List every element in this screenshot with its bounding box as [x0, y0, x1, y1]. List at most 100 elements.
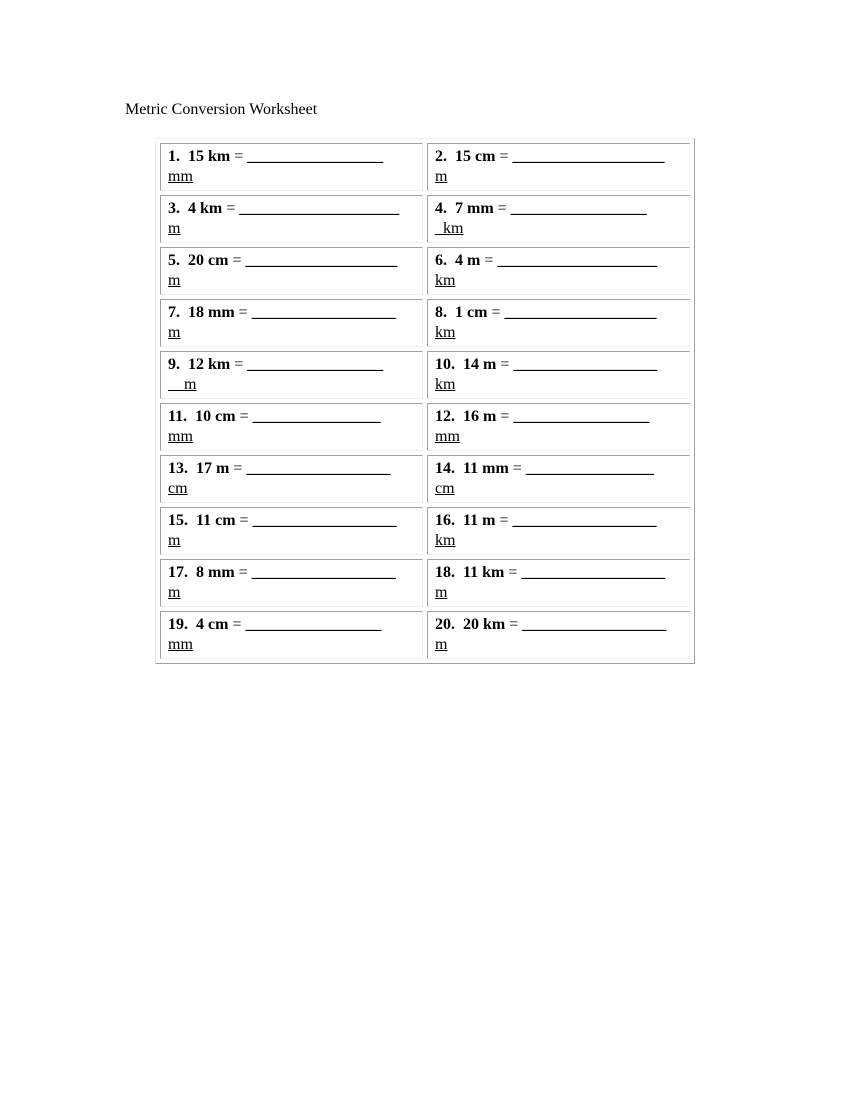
problem-number: 15.: [168, 512, 188, 529]
answer-blank[interactable]: _________________: [511, 200, 647, 217]
target-unit: __m: [168, 376, 197, 393]
answer-blank[interactable]: _________________: [247, 356, 383, 373]
problem-value: 20 km: [463, 616, 506, 633]
target-unit: m: [168, 584, 181, 601]
problem-number: 19.: [168, 616, 188, 633]
answer-blank[interactable]: ________________: [253, 408, 381, 425]
problem-cell: 4. 7 mm = _________________ _km: [427, 195, 690, 243]
target-unit: m: [435, 168, 448, 185]
worksheet-table: 1. 15 km = _________________ mm 2. 15 cm…: [155, 138, 695, 664]
problem-cell: 3. 4 km = ____________________ m: [160, 195, 423, 243]
problem-cell: 10. 14 m = __________________ km: [427, 351, 690, 399]
problem-value: 15 cm: [455, 148, 496, 165]
problem-row: 17. 8 mm = __________________ m 18. 11 k…: [160, 559, 690, 607]
problem-number: 12.: [435, 408, 455, 425]
target-unit: km: [435, 272, 456, 289]
problem-value: 4 cm: [196, 616, 229, 633]
target-unit: m: [435, 636, 448, 653]
equals-sign: =: [239, 408, 249, 425]
problem-number: 5.: [168, 252, 180, 269]
target-unit: km: [435, 376, 456, 393]
problem-row: 11. 10 cm = ________________ mm 12. 16 m…: [160, 403, 690, 451]
answer-blank[interactable]: __________________: [252, 304, 396, 321]
problem-value: 11 mm: [463, 460, 509, 477]
answer-blank[interactable]: __________________: [521, 564, 665, 581]
problem-row: 13. 17 m = __________________ cm 14. 11 …: [160, 455, 690, 503]
equals-sign: =: [491, 304, 501, 321]
problem-cell: 11. 10 cm = ________________ mm: [160, 403, 423, 451]
problem-cell: 19. 4 cm = _________________ mm: [160, 611, 423, 659]
problem-value: 4 m: [455, 252, 481, 269]
equals-sign: =: [238, 564, 248, 581]
problem-value: 11 km: [463, 564, 505, 581]
answer-blank[interactable]: __________________: [513, 356, 657, 373]
problem-cell: 5. 20 cm = ___________________ m: [160, 247, 423, 295]
answer-blank[interactable]: __________________: [253, 512, 397, 529]
problem-number: 7.: [168, 304, 180, 321]
target-unit: m: [168, 272, 181, 289]
answer-blank[interactable]: __________________: [522, 616, 666, 633]
target-unit: mm: [168, 168, 193, 185]
equals-sign: =: [234, 148, 244, 165]
equals-sign: =: [497, 200, 507, 217]
problem-number: 20.: [435, 616, 455, 633]
problem-number: 1.: [168, 148, 180, 165]
answer-blank[interactable]: _________________: [247, 148, 383, 165]
problem-row: 15. 11 cm = __________________ m 16. 11 …: [160, 507, 690, 555]
equals-sign: =: [512, 460, 522, 477]
problem-cell: 14. 11 mm = ________________ cm: [427, 455, 690, 503]
problem-row: 19. 4 cm = _________________ mm 20. 20 k…: [160, 611, 690, 659]
answer-blank[interactable]: ____________________: [239, 200, 399, 217]
target-unit: m: [168, 220, 181, 237]
problem-cell: 1. 15 km = _________________ mm: [160, 143, 423, 191]
problem-value: 17 m: [196, 460, 230, 477]
problem-number: 3.: [168, 200, 180, 217]
answer-blank[interactable]: __________________: [246, 460, 390, 477]
problem-number: 16.: [435, 512, 455, 529]
problem-value: 15 km: [188, 148, 231, 165]
problem-row: 3. 4 km = ____________________ m 4. 7 mm…: [160, 195, 690, 243]
problem-number: 2.: [435, 148, 447, 165]
answer-blank[interactable]: _________________: [245, 616, 381, 633]
answer-blank[interactable]: _________________: [513, 408, 649, 425]
problem-value: 18 mm: [188, 304, 235, 321]
problem-value: 11 cm: [196, 512, 236, 529]
problem-cell: 8. 1 cm = ___________________ km: [427, 299, 690, 347]
problem-cell: 6. 4 m = ____________________ km: [427, 247, 690, 295]
problem-value: 1 cm: [455, 304, 488, 321]
answer-blank[interactable]: ___________________: [245, 252, 397, 269]
answer-blank[interactable]: __________________: [512, 512, 656, 529]
answer-blank[interactable]: ___________________: [512, 148, 664, 165]
problem-number: 9.: [168, 356, 180, 373]
equals-sign: =: [233, 460, 243, 477]
target-unit: mm: [168, 636, 193, 653]
target-unit: cm: [168, 480, 188, 497]
problem-cell: 9. 12 km = _________________ __m: [160, 351, 423, 399]
problem-cell: 12. 16 m = _________________ mm: [427, 403, 690, 451]
problem-value: 16 m: [463, 408, 497, 425]
problem-number: 17.: [168, 564, 188, 581]
answer-blank[interactable]: __________________: [252, 564, 396, 581]
target-unit: m: [168, 324, 181, 341]
target-unit: cm: [435, 480, 455, 497]
problem-number: 13.: [168, 460, 188, 477]
equals-sign: =: [508, 564, 518, 581]
equals-sign: =: [509, 616, 519, 633]
problem-cell: 13. 17 m = __________________ cm: [160, 455, 423, 503]
problem-number: 4.: [435, 200, 447, 217]
equals-sign: =: [484, 252, 494, 269]
problem-cell: 15. 11 cm = __________________ m: [160, 507, 423, 555]
target-unit: km: [435, 532, 456, 549]
target-unit: km: [435, 324, 456, 341]
worksheet-title: Metric Conversion Worksheet: [125, 101, 318, 118]
problem-value: 10 cm: [195, 408, 236, 425]
problem-cell: 17. 8 mm = __________________ m: [160, 559, 423, 607]
answer-blank[interactable]: ___________________: [504, 304, 656, 321]
problem-value: 12 km: [188, 356, 231, 373]
answer-blank[interactable]: ____________________: [497, 252, 657, 269]
problem-value: 20 cm: [188, 252, 229, 269]
answer-blank[interactable]: ________________: [526, 460, 654, 477]
problem-value: 14 m: [463, 356, 497, 373]
problem-number: 6.: [435, 252, 447, 269]
problem-number: 14.: [435, 460, 455, 477]
